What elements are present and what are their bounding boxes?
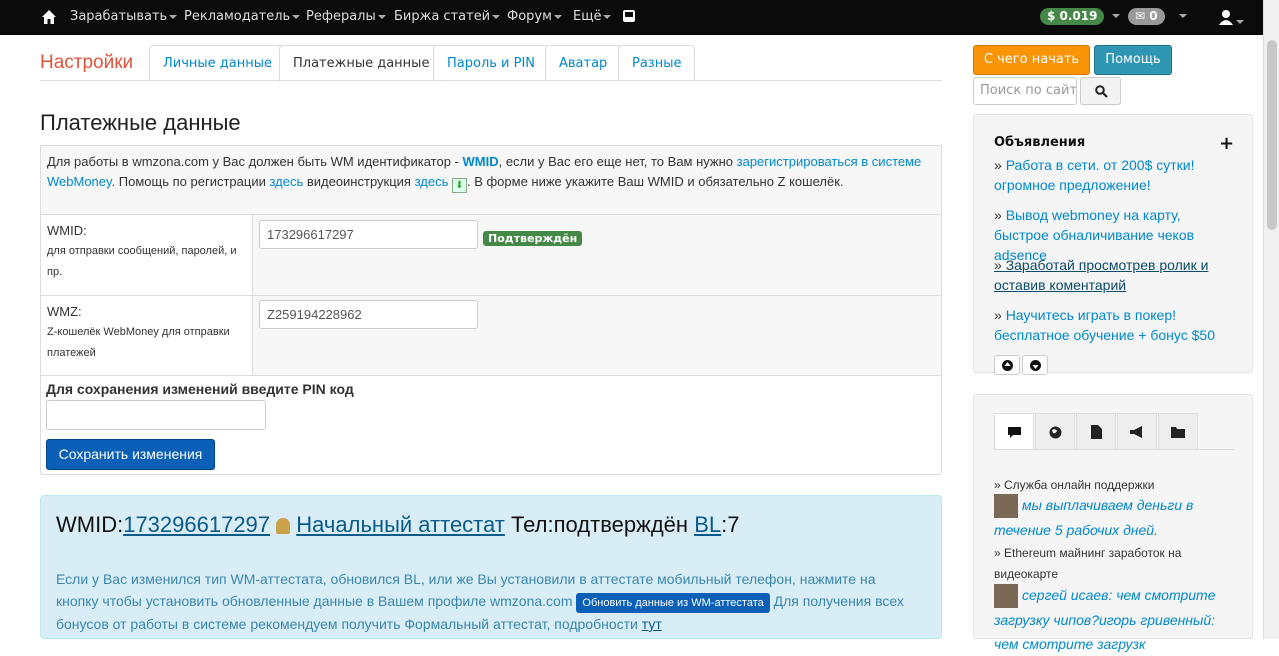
arrow-up-icon (1002, 360, 1013, 371)
globe-icon (1049, 426, 1062, 439)
wmz-input[interactable]: Z259194228962 (259, 300, 478, 329)
nav-articles[interactable]: Биржа статей (394, 9, 501, 24)
top-navbar: Зарабатывать Рекламодатель Рефералы Бирж… (0, 0, 1279, 35)
wmid-input[interactable]: 173296617297 (259, 220, 478, 249)
envelope-icon: ✉ (1135, 9, 1146, 23)
wmid-link[interactable]: 173296617297 (123, 512, 270, 537)
pin-input[interactable] (46, 400, 266, 430)
search-button[interactable] (1080, 77, 1121, 105)
ad-item[interactable]: » Работа в сети. от 200$ сутки! огромное… (994, 155, 1239, 195)
nav-forum[interactable]: Форум (507, 9, 562, 24)
wmz-row: WMZ: Z-кошелёк WebMoney для отправки плат… (40, 296, 942, 376)
help-link[interactable]: здесь (269, 174, 303, 189)
page-title: Настройки (40, 52, 134, 73)
scrollbar[interactable] (1263, 0, 1279, 639)
details-link[interactable]: тут (642, 616, 662, 632)
balance-badge[interactable]: $ 0.019 (1040, 8, 1105, 25)
user-menu[interactable] (1218, 9, 1244, 29)
pin-label: Для сохранения изменений введите PIN код (46, 381, 354, 397)
save-button[interactable]: Сохранить изменения (46, 439, 215, 470)
ad-item[interactable]: » Научитесь играть в покер! бесплатное о… (994, 305, 1239, 345)
wmid-row: WMID: для отправки сообщений, паролей, и … (40, 215, 942, 296)
search-icon (1095, 85, 1108, 98)
update-attestat-button[interactable]: Обновить данные из WM-аттестата (576, 593, 770, 613)
file-icon (1091, 425, 1102, 439)
wm-attestat-box: WMID:173296617297 Начальный аттестат Тел… (40, 495, 942, 639)
nav-more[interactable]: Ещё (573, 9, 612, 24)
ads-panel: Объявления + » Работа в сети. от 200$ су… (973, 114, 1253, 375)
tab-payment[interactable]: Платежные данные (279, 45, 444, 82)
scrollbar-thumb[interactable] (1267, 40, 1277, 230)
nav-earn[interactable]: Зарабатывать (70, 9, 178, 24)
comment-icon (1008, 427, 1021, 438)
tab-password[interactable]: Пароль и PIN (433, 45, 550, 81)
help-button[interactable]: Помощь (1094, 45, 1172, 75)
nav-advertiser[interactable]: Рекламодатель (184, 9, 301, 24)
attestat-link[interactable]: Начальный аттестат (296, 512, 505, 537)
arrow-up-button[interactable] (994, 355, 1020, 375)
chevron-down-icon[interactable] (1112, 14, 1120, 18)
wm-info-text: Если у Вас изменился тип WM-аттестата, о… (56, 571, 904, 632)
tab-personal[interactable]: Личные данные (149, 45, 287, 81)
download-icon[interactable]: ⬇ (451, 178, 467, 193)
avatar (994, 584, 1018, 609)
section-heading: Платежные данные (40, 110, 241, 135)
chat-title[interactable]: » Ethereum майнинг заработок на видеокар… (994, 543, 1239, 585)
video-link[interactable]: здесь (415, 174, 449, 189)
status-badge: Подтверждён (483, 231, 583, 246)
tab-avatar[interactable]: Аватар (545, 45, 622, 81)
avatar (994, 494, 1018, 519)
add-icon[interactable]: + (1219, 133, 1234, 154)
getting-started-button[interactable]: С чего начать (973, 45, 1090, 75)
user-icon (1219, 10, 1233, 25)
chat-panel: » Служба онлайн поддержки мы выплачиваем… (973, 394, 1253, 652)
tabs-divider (40, 80, 942, 81)
wmz-label: WMZ: Z-кошелёк WebMoney для отправки плат… (47, 304, 230, 359)
tab-folder[interactable] (1158, 413, 1198, 450)
tab-globe[interactable] (1035, 413, 1075, 450)
tab-misc[interactable]: Разные (618, 45, 696, 81)
tab-file[interactable] (1076, 413, 1116, 450)
bullhorn-icon (1130, 426, 1142, 438)
tab-announce[interactable] (1117, 413, 1157, 450)
folder-open-icon (1171, 427, 1185, 438)
search-input[interactable]: Поиск по сайту (973, 77, 1077, 105)
attestat-icon (276, 518, 291, 534)
arrow-down-icon (1030, 360, 1041, 371)
wmid-label: WMID: для отправки сообщений, паролей, и … (47, 223, 237, 278)
nav-referrals[interactable]: Рефералы (306, 9, 386, 24)
tab-chat[interactable] (994, 413, 1034, 450)
chat-message[interactable]: сергей исаев: чем смотрите загрузку чипо… (994, 583, 1239, 656)
bl-link[interactable]: BL (694, 512, 721, 537)
home-icon[interactable] (40, 8, 58, 26)
chevron-down-icon[interactable] (1179, 14, 1187, 18)
inbox-icon[interactable] (622, 9, 636, 23)
messages-badge[interactable]: ✉ 0 (1128, 8, 1165, 25)
arrow-down-button[interactable] (1022, 355, 1048, 375)
intro-text: Для работы в wmzona.com у Вас должен быт… (40, 145, 942, 215)
wm-summary: WMID:173296617297 Начальный аттестат Тел… (56, 512, 740, 537)
chat-message[interactable]: мы выплачиваем деньги в течение 5 рабочи… (994, 493, 1239, 542)
wmid-link[interactable]: WMID (462, 154, 498, 169)
ad-item[interactable]: » Заработай просмотрев ролик и оставив к… (994, 255, 1239, 295)
ads-title: Объявления (994, 135, 1086, 150)
